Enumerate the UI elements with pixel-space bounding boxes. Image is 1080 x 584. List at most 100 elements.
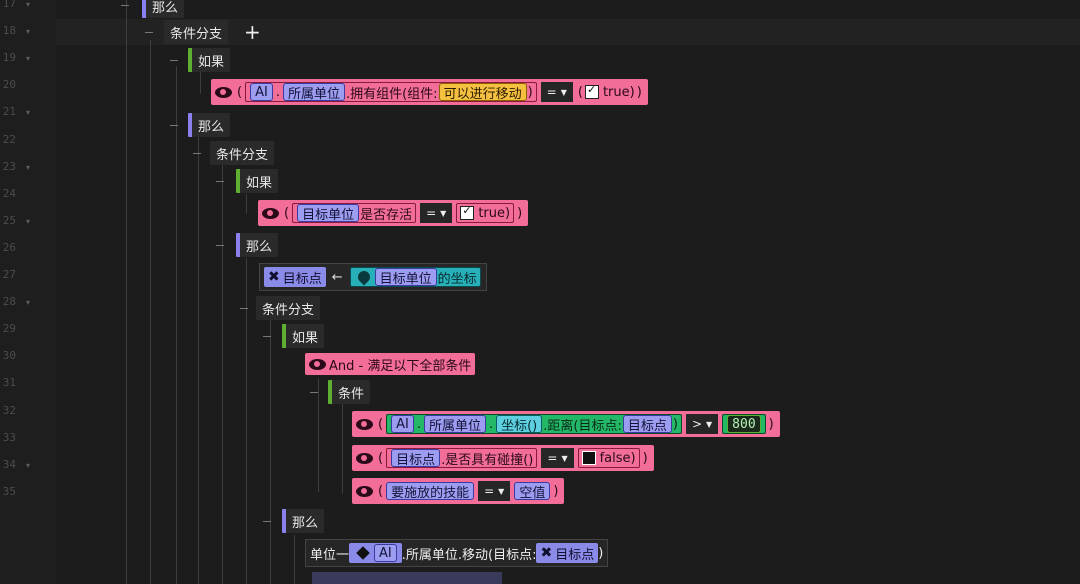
- operator-dropdown[interactable]: = ▼: [541, 448, 574, 468]
- tree-guide: [318, 378, 319, 492]
- operator-dropdown[interactable]: = ▼: [540, 82, 573, 102]
- owner-unit[interactable]: 所属单位: [423, 415, 486, 434]
- line-number: 21: [2, 105, 16, 119]
- checkbox-checked-icon[interactable]: [460, 204, 475, 220]
- and-all-condition[interactable]: And - 满足以下全部条件: [305, 353, 476, 375]
- then-node[interactable]: 那么: [188, 113, 231, 137]
- open-paren: (: [577, 84, 583, 100]
- tree-guide: [222, 162, 223, 584]
- condition-has-collision[interactable]: ( 目标点 .是否具有碰撞() = ▼ false) ): [352, 445, 654, 471]
- variable-chip[interactable]: ✖ 目标点: [264, 267, 326, 287]
- owner-unit[interactable]: 所属单位: [282, 83, 345, 102]
- branch-node[interactable]: 条件分支: [164, 20, 229, 44]
- then-node[interactable]: 那么: [236, 233, 279, 257]
- cube-icon: [356, 546, 370, 560]
- then-node[interactable]: 那么: [142, 0, 185, 18]
- eye-icon[interactable]: [309, 358, 326, 370]
- chevron-down-icon: ▼: [561, 453, 568, 463]
- tree-dash: [310, 392, 318, 393]
- ai-variable[interactable]: AI: [250, 83, 273, 101]
- then-label: 那么: [246, 239, 273, 255]
- then-node[interactable]: 那么: [282, 509, 325, 533]
- location-pin-icon: [355, 268, 373, 286]
- conditions-label: 条件: [338, 386, 365, 402]
- fold-chevron-icon[interactable]: ▾: [26, 0, 30, 9]
- eye-icon[interactable]: [262, 207, 279, 219]
- move-statement[interactable]: 单位一 AI .所属单位 .移动(目标点: ✖ 目标点 ): [305, 539, 609, 567]
- target-point[interactable]: 目标点: [622, 415, 672, 434]
- target-unit[interactable]: 目标单位: [374, 268, 437, 287]
- eye-icon[interactable]: [356, 418, 373, 430]
- target-unit[interactable]: 目标单位: [297, 204, 360, 223]
- variable-chip[interactable]: ✖ 目标点: [536, 543, 599, 563]
- line-number: 27: [2, 268, 16, 281]
- branch-node[interactable]: 条件分支: [210, 141, 275, 165]
- expression-group: 目标单位 是否存活: [292, 203, 417, 223]
- target-point[interactable]: 目标点: [391, 449, 441, 468]
- number-value[interactable]: 800: [727, 415, 761, 433]
- if-node[interactable]: 如果: [282, 324, 325, 348]
- line-number: 28: [2, 295, 16, 309]
- fold-chevron-icon[interactable]: ▾: [26, 461, 30, 470]
- method-label: .移动(目标点:: [457, 547, 537, 563]
- expression-group: AI . 所属单位 .拥有组件(组件: 可以进行移动 ): [245, 82, 537, 102]
- line-number: 19: [2, 51, 16, 65]
- operator-label: >: [691, 417, 703, 431]
- checkbox-unchecked-icon[interactable]: [581, 451, 596, 465]
- eye-icon[interactable]: [356, 452, 373, 464]
- ai-variable[interactable]: AI: [374, 544, 397, 562]
- condition-has-component[interactable]: ( AI . 所属单位 .拥有组件(组件: 可以进行移动 ) =▼ ( true…: [211, 79, 648, 105]
- fold-chevron-icon[interactable]: ▾: [26, 163, 30, 172]
- variable-x-icon: ✖: [540, 545, 553, 561]
- line-number: 30: [2, 349, 16, 363]
- null-value[interactable]: 空值: [514, 482, 551, 501]
- condition-is-alive[interactable]: ( 目标单位 是否存活 =▼ true) ): [258, 200, 529, 226]
- fold-chevron-icon[interactable]: ▾: [26, 217, 30, 226]
- if-node[interactable]: 如果: [188, 48, 231, 72]
- fold-chevron-icon[interactable]: ▾: [26, 108, 30, 117]
- operator-label: =: [484, 484, 495, 498]
- variable-name: 目标点: [555, 547, 595, 563]
- chevron-down-icon: ▼: [498, 486, 505, 496]
- value-group: true): [456, 203, 515, 223]
- operator-dropdown[interactable]: = ▼: [478, 481, 511, 501]
- variable-name: 目标点: [282, 271, 322, 287]
- unit-chip[interactable]: AI: [349, 543, 402, 563]
- tree-guide: [342, 404, 343, 494]
- assign-statement[interactable]: ✖ 目标点 ← 目标单位 的坐标: [259, 263, 487, 291]
- line-number: 23: [2, 159, 16, 173]
- conditions-node[interactable]: 条件: [328, 380, 371, 404]
- if-node[interactable]: 如果: [236, 169, 279, 193]
- fold-chevron-icon[interactable]: ▾: [26, 54, 30, 63]
- checkbox-checked-icon[interactable]: [584, 83, 599, 99]
- line-number: 20: [2, 78, 16, 92]
- skill-variable[interactable]: 要施放的技能: [386, 482, 475, 501]
- line-number: 31: [2, 376, 16, 390]
- operator-label: =: [426, 206, 437, 220]
- operator-dropdown[interactable]: = ▼: [420, 203, 453, 223]
- fold-chevron-icon[interactable]: ▾: [26, 298, 30, 307]
- fold-chevron-icon[interactable]: ▾: [26, 27, 30, 36]
- operator-dropdown[interactable]: > ▼: [685, 414, 719, 434]
- branch-node[interactable]: 条件分支: [256, 296, 321, 320]
- open-paren: (: [284, 205, 290, 221]
- close-paren: ): [553, 483, 559, 499]
- variable-x-icon: ✖: [268, 269, 280, 285]
- eye-icon[interactable]: [356, 485, 373, 497]
- ai-variable[interactable]: AI: [391, 415, 414, 433]
- line-number: 24: [2, 186, 16, 200]
- coordinate-call[interactable]: 坐标(): [496, 415, 543, 434]
- open-paren: (: [237, 84, 243, 100]
- add-branch-button[interactable]: +: [244, 22, 261, 42]
- eye-icon[interactable]: [215, 86, 232, 98]
- dot-separator: .: [275, 84, 280, 100]
- dot-separator: .: [488, 416, 494, 432]
- if-label: 如果: [198, 54, 225, 70]
- coordinate-expression[interactable]: 目标单位 的坐标: [349, 267, 481, 287]
- condition-distance[interactable]: ( AI . 所属单位 . 坐标() .距离(目标点: 目标点 ) > ▼ 800…: [352, 411, 780, 437]
- condition-skill-null[interactable]: ( 要施放的技能 = ▼ 空值 ): [352, 478, 565, 504]
- tree-guide: [294, 535, 295, 584]
- component-value[interactable]: 可以进行移动: [438, 83, 527, 102]
- and-label: And - 满足以下全部条件: [329, 358, 472, 374]
- tree-guide: [198, 134, 199, 584]
